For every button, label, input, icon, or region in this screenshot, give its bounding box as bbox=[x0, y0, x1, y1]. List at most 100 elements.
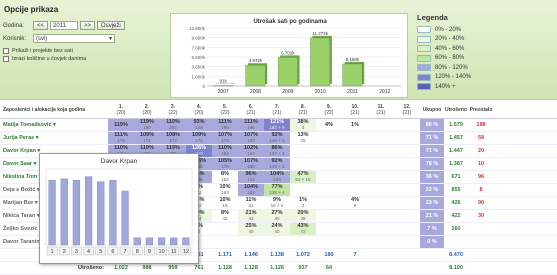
used-hours: 1.387 bbox=[444, 157, 468, 170]
month-cell: 119% bbox=[108, 118, 134, 131]
ukupno-row-value: 7 bbox=[342, 248, 368, 261]
allocation-hours: 3 bbox=[290, 125, 316, 131]
allocation-hours: 42 bbox=[212, 216, 238, 222]
month-days: (21) bbox=[264, 110, 290, 116]
legend-item: 40% - 60% bbox=[417, 44, 551, 54]
month-cell: 111%196 bbox=[238, 118, 264, 131]
month-days: (20) bbox=[186, 110, 212, 116]
allocation-hours: 180 bbox=[238, 138, 264, 144]
legend-swatch bbox=[417, 36, 431, 43]
legend-label: 120% - 140% bbox=[435, 74, 471, 80]
show-empty-projects-label: Prikaži i projekte bez sati bbox=[12, 48, 73, 54]
month-cell bbox=[342, 170, 368, 183]
popup-month-label: 4 bbox=[87, 249, 90, 255]
allocation-percent: 21% bbox=[245, 210, 256, 216]
month-cell bbox=[238, 235, 264, 248]
show-empty-projects-checkbox[interactable]: Prikaži i projekte bez sati bbox=[3, 48, 158, 54]
allocation-percent: 10% bbox=[219, 184, 230, 190]
checkbox-box[interactable] bbox=[3, 56, 9, 62]
year-input[interactable]: 2011 bbox=[50, 21, 78, 30]
legend-swatch bbox=[417, 55, 431, 62]
month-cell: 21%43 bbox=[238, 209, 264, 222]
col-header-month: 7.(21) bbox=[264, 102, 290, 118]
month-cell: 43%72 bbox=[290, 222, 316, 235]
month-days: (20) bbox=[134, 110, 160, 116]
month-cell: 86%137 + 4 bbox=[264, 144, 290, 157]
allocation-hours: 162 bbox=[212, 177, 238, 183]
month-cell bbox=[394, 222, 420, 235]
popup-bar bbox=[73, 180, 80, 245]
row-spacer bbox=[494, 157, 557, 170]
col-header-month: 11.(21) bbox=[368, 102, 394, 118]
allocation-percent: 104% bbox=[244, 184, 258, 190]
allocation-percent: 10% bbox=[219, 197, 230, 203]
month-cell bbox=[342, 183, 368, 196]
month-cell bbox=[368, 183, 394, 196]
allocation-percent: 93% bbox=[193, 119, 204, 125]
ukupno-row-value: 180 bbox=[316, 248, 342, 261]
legend-label: 140% + bbox=[435, 84, 456, 90]
month-days: (21) bbox=[238, 110, 264, 116]
col-header-preostalo: Preostalo bbox=[468, 102, 494, 118]
employee-name-link[interactable]: Jurija Peras ▾ bbox=[0, 131, 108, 144]
allocation-percent: 1% bbox=[351, 122, 359, 128]
month-cell: 24%40 bbox=[264, 222, 290, 235]
y-tick-label: 3.600k bbox=[191, 65, 205, 70]
x-tick-label: 2008 bbox=[250, 89, 261, 95]
month-cell: 109%171 bbox=[134, 131, 160, 144]
month-cell bbox=[394, 170, 420, 183]
employee-name-link[interactable]: Matija Tomašković ▾ bbox=[0, 118, 108, 131]
month-cell: 96%154 bbox=[238, 170, 264, 183]
man-days-checkbox[interactable]: Izrazi količine u čovjek danima bbox=[3, 56, 158, 62]
month-cell: 110%202 bbox=[160, 118, 186, 131]
popup-month-label: 6 bbox=[111, 249, 114, 255]
allocation-percent: 111% bbox=[114, 132, 127, 138]
allocation-hours: 137 + 4 bbox=[264, 151, 290, 157]
x-tick-label: 2011 bbox=[347, 89, 358, 95]
refresh-button[interactable]: Osvježi bbox=[97, 21, 125, 30]
legend-swatch bbox=[417, 45, 431, 52]
month-cell bbox=[368, 235, 394, 248]
allocation-percent: 111% bbox=[218, 119, 231, 125]
month-cell bbox=[342, 222, 368, 235]
next-year-button[interactable]: >> bbox=[80, 21, 95, 30]
allocation-hours: 19 bbox=[212, 203, 238, 209]
x-tick-label: 2007 bbox=[218, 89, 229, 95]
prev-year-button[interactable]: << bbox=[33, 21, 48, 30]
month-cell bbox=[316, 170, 342, 183]
month-cell: 92%149 + 3 bbox=[264, 157, 290, 170]
month-cell bbox=[368, 157, 394, 170]
legend-label: 0% - 20% bbox=[435, 27, 461, 33]
used-hours: 160 bbox=[444, 222, 468, 235]
year-label: Godina: bbox=[3, 23, 33, 29]
row-spacer bbox=[494, 209, 557, 222]
allocation-hours: 172 bbox=[186, 138, 212, 144]
empty-cell bbox=[468, 261, 494, 274]
allocation-percent: 110% bbox=[166, 119, 180, 125]
month-days: (21) bbox=[368, 110, 394, 116]
month-cell bbox=[316, 235, 342, 248]
allocation-percent: 119% bbox=[140, 119, 154, 125]
legend-item: 0% - 20% bbox=[417, 25, 551, 35]
chart-title: Utrošak sati po godinama bbox=[253, 19, 327, 25]
remaining-hours: 96 bbox=[468, 170, 494, 183]
checkbox-box[interactable] bbox=[3, 48, 9, 54]
month-cell: 27%40 bbox=[264, 209, 290, 222]
ukupno-percent: 71 % bbox=[420, 144, 444, 157]
month-cell bbox=[290, 235, 316, 248]
allocation-hours: 163 bbox=[238, 151, 264, 157]
month-cell bbox=[368, 196, 394, 209]
month-cell: 38%3 bbox=[290, 118, 316, 131]
month-cell bbox=[394, 157, 420, 170]
ukupno-row-value: 1.072 bbox=[290, 248, 316, 261]
allocation-hours: 43 bbox=[238, 216, 264, 222]
popup-title: Davor Krpan bbox=[40, 158, 198, 165]
used-hours: 671 bbox=[444, 170, 468, 183]
month-cell bbox=[394, 131, 420, 144]
y-tick-label: 1.600k bbox=[191, 74, 205, 79]
user-select[interactable]: (svi) ▾ bbox=[33, 34, 115, 43]
options-title: Opcije prikaza bbox=[4, 5, 158, 14]
remaining-hours: 90 bbox=[468, 196, 494, 209]
month-cell bbox=[394, 209, 420, 222]
popup-bar bbox=[146, 238, 153, 245]
